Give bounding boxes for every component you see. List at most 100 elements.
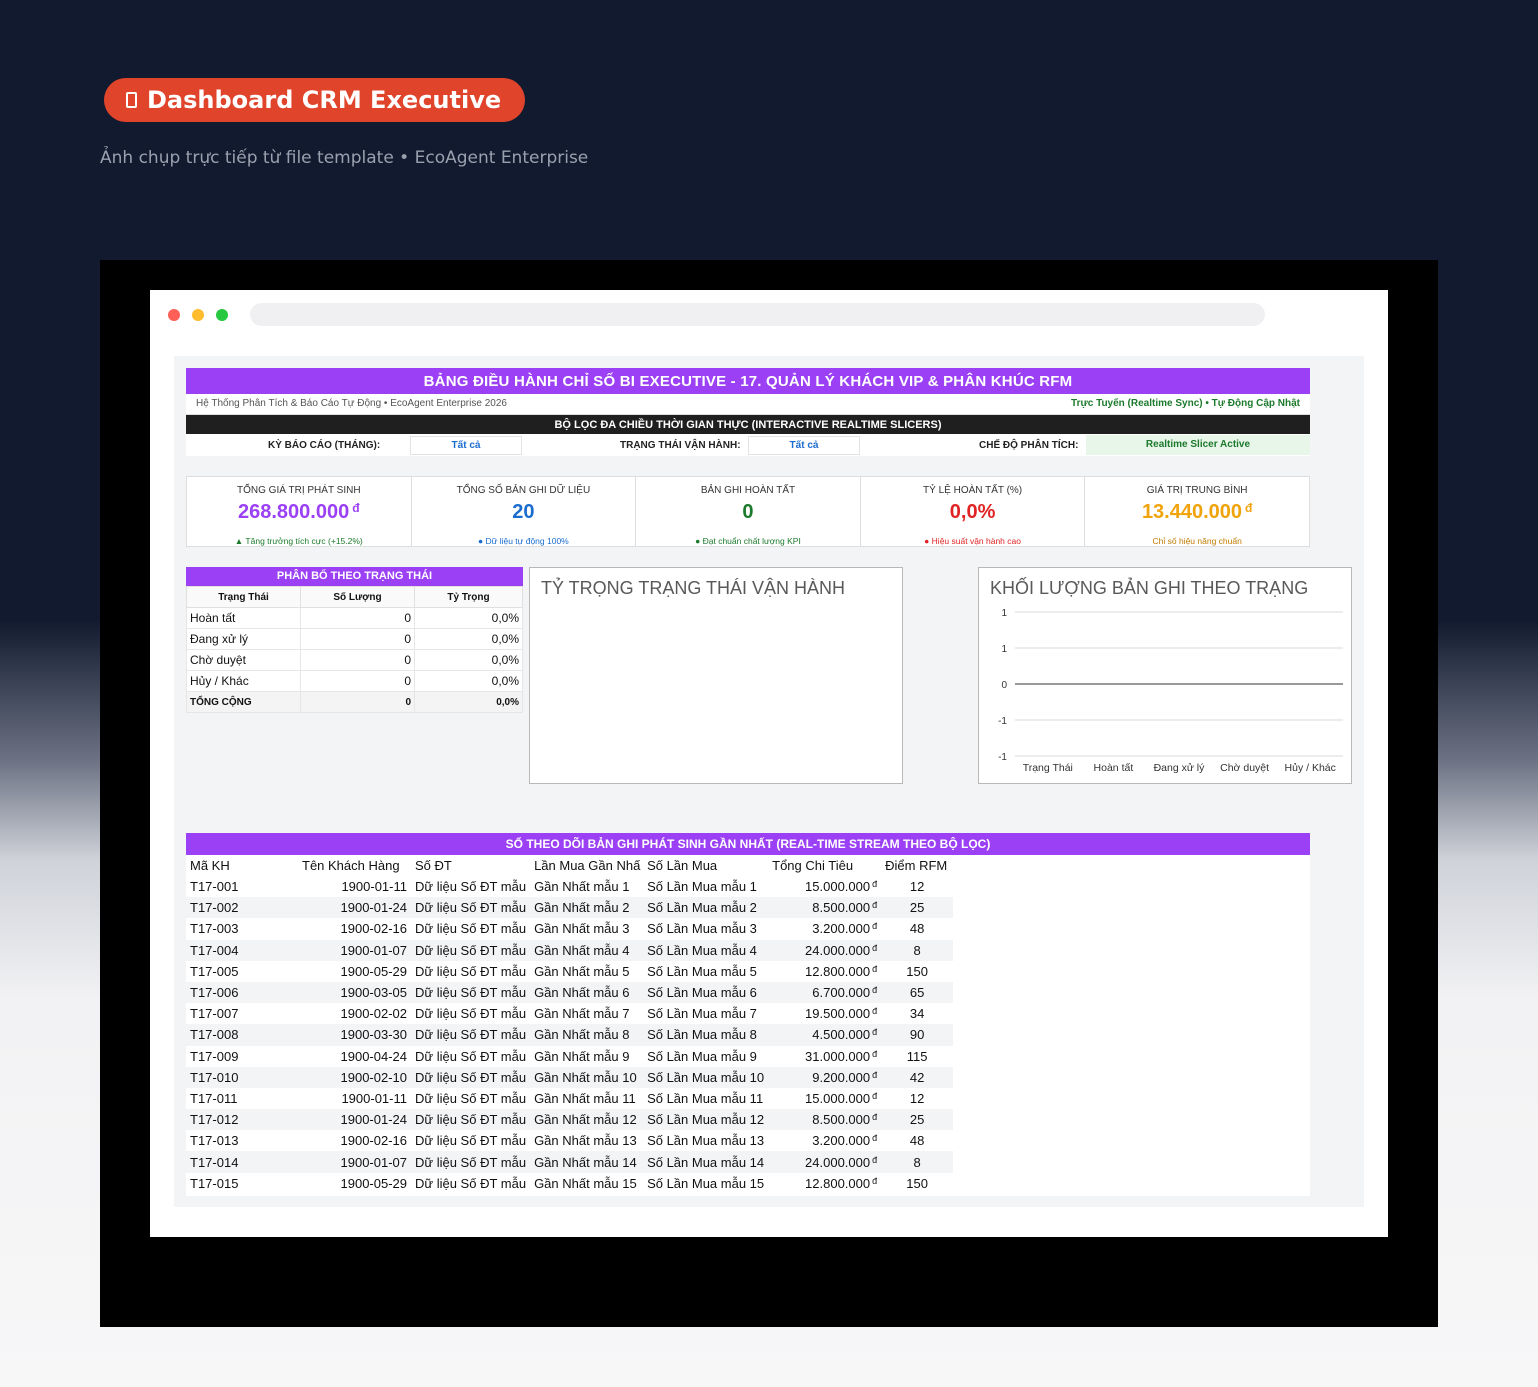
log-cell-text: 15.000.000 (805, 879, 871, 895)
log-cell-text: Số Lần Mua mẫu 15 (647, 1175, 765, 1191)
currency-symbol: đ (352, 501, 360, 515)
log-cell-text: 1900-05-29 (340, 1175, 408, 1191)
log-cell-text: T17-002 (190, 900, 239, 916)
log-cell: Số Lần Mua mẫu 2 (643, 897, 769, 919)
log-column-header: Số Lần Mua (647, 858, 718, 873)
distribution-cell: Chờ duyệt (186, 649, 301, 671)
table-row[interactable]: T17-013 1900-02-16 Dữ liệu Số ĐT mẫu Gần Nh… (186, 1130, 953, 1151)
table-row[interactable]: T17-011 1900-01-11 Dữ liệu Số ĐT mẫu Gần Nh… (186, 1088, 953, 1109)
log-cell-text: Gần Nhất mẫu 6 (534, 985, 630, 1001)
kpi-title: BẢN GHI HOÀN TẤT (700, 485, 796, 496)
distribution-header: Số Lượng (300, 586, 415, 608)
log-column-header: Tên Khách Hàng (302, 858, 400, 873)
log-cell: Số Lần Mua mẫu 6 (643, 981, 769, 1004)
log-cell-text: T17-001 (190, 879, 239, 895)
log-cell: T17-011 (186, 1088, 298, 1109)
address-bar[interactable] (250, 303, 1265, 326)
log-cell: Dữ liệu Số ĐT mẫu (411, 1151, 531, 1173)
log-cell: 1900-01-24 (298, 1109, 411, 1131)
log-cell: Gần Nhất mẫu 7 (530, 1003, 643, 1024)
log-cell: 1900-02-16 (298, 1130, 411, 1151)
table-row[interactable]: T17-010 1900-02-10 Dữ liệu Số ĐT mẫu Gần Nh… (186, 1066, 954, 1088)
document-icon (126, 92, 137, 108)
log-cell: Số Lần Mua mẫu 13 (643, 1130, 768, 1151)
minimize-window-icon[interactable] (192, 309, 204, 321)
log-cell-text: 42 (909, 1069, 925, 1085)
log-cell-text: Gần Nhất mẫu 9 (534, 1048, 630, 1064)
table-row[interactable]: T17-004 1900-01-07 Dữ liệu Số ĐT mẫu Gần Nh… (186, 939, 954, 961)
log-cell: 8 (881, 1151, 954, 1173)
table-row[interactable]: T17-007 1900-02-02 Dữ liệu Số ĐT mẫu Gần Nh… (186, 1003, 953, 1024)
log-cell: 19.500.000 đ (768, 1003, 881, 1024)
log-cell: T17-006 (186, 981, 298, 1004)
maximize-window-icon[interactable] (216, 309, 228, 321)
log-cell-text: 12.800.000 (805, 1175, 871, 1191)
log-cell-text: Gần Nhất mẫu 3 (534, 921, 630, 937)
x-tick-label: Đang xử lý (1154, 762, 1206, 774)
log-cell: Số Lần Mua mẫu 8 (643, 1024, 769, 1046)
log-cell-text: T17-003 (190, 921, 239, 937)
currency-symbol: đ (1245, 501, 1253, 515)
distribution-cell: 0 (300, 670, 415, 692)
log-cell-text: Gần Nhất mẫu 7 (534, 1006, 630, 1022)
log-cell: Gần Nhất mẫu 2 (530, 897, 644, 919)
log-cell: Gần Nhất mẫu 14 (530, 1151, 644, 1173)
log-cell-text: Gần Nhất mẫu 10 (534, 1069, 637, 1085)
log-cell: Gần Nhất mẫu 9 (530, 1046, 643, 1067)
log-cell-text: 1900-02-16 (340, 921, 408, 937)
log-cell: 1900-01-11 (298, 876, 411, 897)
table-row[interactable]: T17-002 1900-01-24 Dữ liệu Số ĐT mẫu Gần Nh… (186, 897, 954, 919)
table-row[interactable]: T17-008 1900-03-30 Dữ liệu Số ĐT mẫu Gần Nh… (186, 1024, 954, 1046)
bar-chart-plot: 1 1 0 -1 -1 Trạng Thái Hoàn tất Đang xử lý Chờ d… (998, 608, 1343, 774)
log-cell-text: 1900-01-11 (341, 879, 407, 895)
currency-symbol: đ (872, 985, 878, 996)
table-row[interactable]: T17-012 1900-01-24 Dữ liệu Số ĐT mẫu Gần Nh… (186, 1109, 954, 1131)
currency-symbol: đ (872, 1112, 878, 1123)
browser-window: BẢNG ĐIỀU HÀNH CHỈ SỐ BI EXECUTIVE - 17.… (150, 290, 1388, 1237)
log-cell-text: Dữ liệu Số ĐT mẫu (415, 1112, 527, 1128)
log-cell: 1900-01-24 (298, 897, 411, 919)
currency-symbol: đ (872, 1154, 878, 1165)
log-cell: 12 (881, 876, 953, 897)
log-cell-text: Dữ liệu Số ĐT mẫu (415, 1133, 527, 1149)
log-cell-text: 1900-02-10 (340, 1069, 408, 1085)
table-row[interactable]: T17-005 1900-05-29 Dữ liệu Số ĐT mẫu Gần Nh… (186, 961, 953, 982)
table-row[interactable]: T17-006 1900-03-05 Dữ liệu Số ĐT mẫu Gần Nh… (186, 981, 954, 1004)
log-cell: 24.000.000 đ (768, 1151, 882, 1173)
table-row[interactable]: T17-009 1900-04-24 Dữ liệu Số ĐT mẫu Gần Nh… (186, 1046, 953, 1067)
slicer-row: KỲ BÁO CÁO (THÁNG): Tất cả TRẠNG THÁI VẬ… (186, 434, 1310, 456)
log-cell-text: 25 (909, 900, 925, 916)
log-cell: Số Lần Mua mẫu 4 (643, 939, 769, 961)
kpi-cards: TỔNG GIÁ TRỊ PHÁT SINH 268.800.000 đ ▲ Tăng… (186, 476, 1310, 547)
log-cell-text: Số Lần Mua mẫu 7 (647, 1006, 757, 1022)
log-cell: 1900-03-05 (298, 981, 411, 1004)
log-cell: 65 (881, 981, 954, 1004)
log-cell: Gần Nhất mẫu 1 (530, 876, 643, 897)
log-column-header: Lần Mua Gần Nhấ (534, 858, 641, 873)
period-select[interactable]: Tất cả (410, 436, 522, 455)
distribution-table: Trạng Thái Số Lượng Tỷ Trọng Hoàn tất 0 0,… (186, 586, 523, 713)
log-cell: 12.800.000 đ (768, 1173, 881, 1194)
log-cell: Gần Nhất mẫu 12 (530, 1109, 644, 1131)
status-select[interactable]: Tất cả (748, 436, 860, 455)
log-cell: 150 (881, 961, 953, 982)
table-row[interactable]: T17-014 1900-01-07 Dữ liệu Số ĐT mẫu Gần Nh… (186, 1151, 954, 1173)
log-cell-text: 15.000.000 (805, 1090, 871, 1106)
currency-symbol: đ (872, 963, 878, 974)
log-cell-text: 1900-02-16 (340, 1133, 408, 1149)
log-cell-text: 3.200.000 (812, 921, 871, 937)
close-window-icon[interactable] (168, 309, 180, 321)
log-cell: 3.200.000 đ (768, 918, 881, 939)
y-tick-label: 1 (1001, 608, 1007, 619)
log-cell-text: 34 (909, 1006, 925, 1022)
log-cell-text: Số Lần Mua mẫu 8 (647, 1027, 757, 1043)
table-row[interactable]: T17-003 1900-02-16 Dữ liệu Số ĐT mẫu Gần Nh… (186, 918, 953, 939)
log-cell-text: Gần Nhất mẫu 8 (534, 1027, 630, 1043)
log-cell: T17-015 (186, 1173, 298, 1194)
log-cell-text: 12 (909, 1090, 925, 1106)
log-cell-text: 1900-01-11 (341, 1090, 407, 1106)
kpi-card: GIÁ TRỊ TRUNG BÌNH 13.440.000 đ Chỉ số hiệu… (1085, 477, 1309, 546)
log-cell: 1900-05-29 (298, 1173, 411, 1194)
table-row[interactable]: T17-015 1900-05-29 Dữ liệu Số ĐT mẫu Gần Nh… (186, 1173, 953, 1194)
table-row[interactable]: T17-001 1900-01-11 Dữ liệu Số ĐT mẫu Gần Nh… (186, 876, 953, 897)
